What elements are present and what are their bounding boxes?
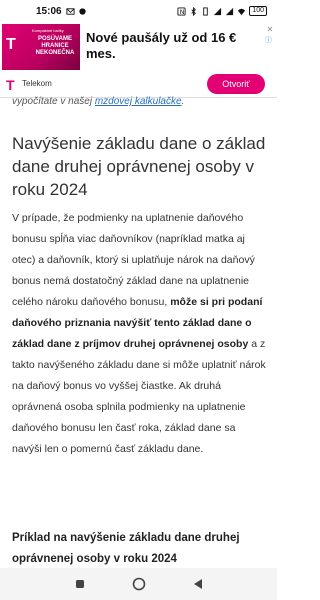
salary-calculator-link[interactable]: mzdovej kalkulačke	[95, 96, 182, 107]
recents-icon[interactable]	[73, 577, 87, 591]
ad-title[interactable]: Nové paušály už od 16 € mes.	[86, 30, 256, 62]
ad-image[interactable]: T Kompaktné balíky POSÚVAME HRANICE NEKO…	[2, 24, 80, 70]
ad-banner[interactable]: T Kompaktné balíky POSÚVAME HRANICE NEKO…	[0, 22, 277, 98]
ad-open-button[interactable]: Otvoriť	[207, 74, 265, 94]
status-left-icons	[66, 7, 87, 16]
wifi-icon	[238, 8, 246, 15]
back-icon[interactable]	[191, 577, 205, 591]
notification-icon: N	[177, 6, 186, 16]
status-bar: 15:06 N 100	[0, 0, 277, 22]
vibrate-icon	[203, 6, 209, 16]
section-heading: Navýšenie základu dane o základ dane dru…	[12, 134, 266, 199]
ad-image-logo: T	[6, 36, 16, 53]
partial-text-end: .	[181, 96, 185, 107]
article-paragraph: V prípade, že podmienky na uplatnenie da…	[12, 208, 268, 460]
partial-text-line: vypočítate v našej mzdovej kalkulačke.	[0, 96, 277, 110]
paragraph-text-1: V prípade, že podmienky na uplatnenie da…	[12, 212, 255, 308]
bluetooth-icon	[191, 6, 197, 16]
telekom-logo-icon: T	[6, 77, 15, 93]
paragraph-text-2: a z takto navýšeného základu dane si môž…	[12, 338, 266, 455]
message-icon	[78, 7, 86, 15]
mail-icon	[66, 7, 75, 15]
ad-image-tag: Kompaktné balíky	[32, 28, 64, 33]
signal-icon-2	[226, 7, 234, 15]
example-subheading: Príklad na navýšenie základu dane druhej…	[12, 532, 240, 565]
ad-image-text: POSÚVAME HRANICE NEKONEČNA	[35, 36, 75, 56]
ad-close-icon[interactable]: ✕	[265, 25, 275, 35]
status-right-icons: N 100	[177, 6, 267, 16]
system-nav-bar	[0, 568, 277, 600]
status-time: 15:06	[36, 5, 62, 17]
battery-icon: 100	[249, 6, 267, 16]
ad-info-icon[interactable]: ⓘ	[265, 35, 275, 45]
partial-text: vypočítate v našej	[12, 96, 95, 107]
signal-icon	[214, 7, 222, 15]
ad-brand: Telekom	[22, 79, 52, 88]
svg-text:N: N	[180, 9, 185, 16]
home-icon[interactable]	[132, 577, 146, 591]
